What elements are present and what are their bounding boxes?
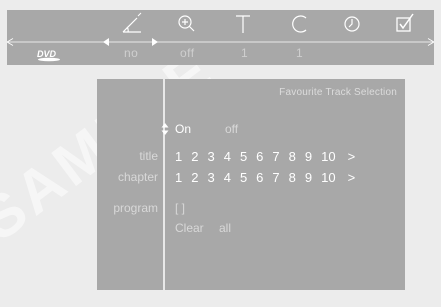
chapter-number[interactable]: 7 xyxy=(272,170,279,185)
clear-button[interactable]: Clear xyxy=(175,221,204,235)
title-number[interactable]: 7 xyxy=(272,149,279,164)
clear-all-button[interactable]: all xyxy=(219,221,231,235)
updown-arrow-icon xyxy=(161,123,169,135)
title-value: 1 xyxy=(241,46,249,60)
title-number[interactable]: 2 xyxy=(191,149,198,164)
chapter-number[interactable]: 6 xyxy=(256,170,263,185)
chapter-number[interactable]: 4 xyxy=(224,170,231,185)
mode-off-option[interactable]: off xyxy=(225,122,238,136)
title-number[interactable]: 5 xyxy=(240,149,247,164)
panel-title: Favourite Track Selection xyxy=(279,87,397,98)
chapter-label: chapter xyxy=(117,170,158,184)
title-number[interactable]: 8 xyxy=(289,149,296,164)
navigation-arrow-line xyxy=(7,38,434,46)
title-number[interactable]: 4 xyxy=(224,149,231,164)
chapter-number[interactable]: 1 xyxy=(175,170,182,185)
dvd-top-menu: DVD no off 1 1 xyxy=(7,10,434,65)
mode-on-option[interactable]: On xyxy=(175,122,191,136)
divider-line xyxy=(163,79,165,290)
chapter-number-row: 1 2 3 4 5 6 7 8 9 10 > xyxy=(175,170,364,185)
dvd-logo: DVD xyxy=(37,49,60,62)
title-more-arrow[interactable]: > xyxy=(348,149,356,164)
favourite-track-panel: Favourite Track Selection On off title 1… xyxy=(97,79,405,290)
title-number[interactable]: 10 xyxy=(321,149,335,164)
angle-icon[interactable] xyxy=(119,12,145,36)
angle-value: no xyxy=(124,46,139,60)
program-value[interactable]: [ ] xyxy=(175,201,185,215)
title-label: title xyxy=(139,149,158,163)
title-icon[interactable] xyxy=(230,12,256,36)
zoom-value: off xyxy=(180,46,195,60)
chapter-number[interactable]: 5 xyxy=(240,170,247,185)
zoom-icon[interactable] xyxy=(173,12,199,36)
title-number[interactable]: 1 xyxy=(175,149,182,164)
title-number[interactable]: 9 xyxy=(305,149,312,164)
chapter-number[interactable]: 2 xyxy=(191,170,198,185)
chapter-number[interactable]: 8 xyxy=(289,170,296,185)
title-number-row: 1 2 3 4 5 6 7 8 9 10 > xyxy=(175,149,364,164)
svg-text:DVD: DVD xyxy=(37,49,57,59)
program-label: program xyxy=(113,201,158,215)
chapter-number[interactable]: 10 xyxy=(321,170,335,185)
title-number[interactable]: 3 xyxy=(207,149,214,164)
chapter-number[interactable]: 9 xyxy=(305,170,312,185)
chapter-number[interactable]: 3 xyxy=(207,170,214,185)
time-icon[interactable] xyxy=(339,12,365,36)
title-number[interactable]: 6 xyxy=(256,149,263,164)
chapter-value: 1 xyxy=(296,46,304,60)
chapter-more-arrow[interactable]: > xyxy=(348,170,356,185)
chapter-icon[interactable] xyxy=(287,12,313,36)
checkbox-icon[interactable] xyxy=(392,12,418,36)
